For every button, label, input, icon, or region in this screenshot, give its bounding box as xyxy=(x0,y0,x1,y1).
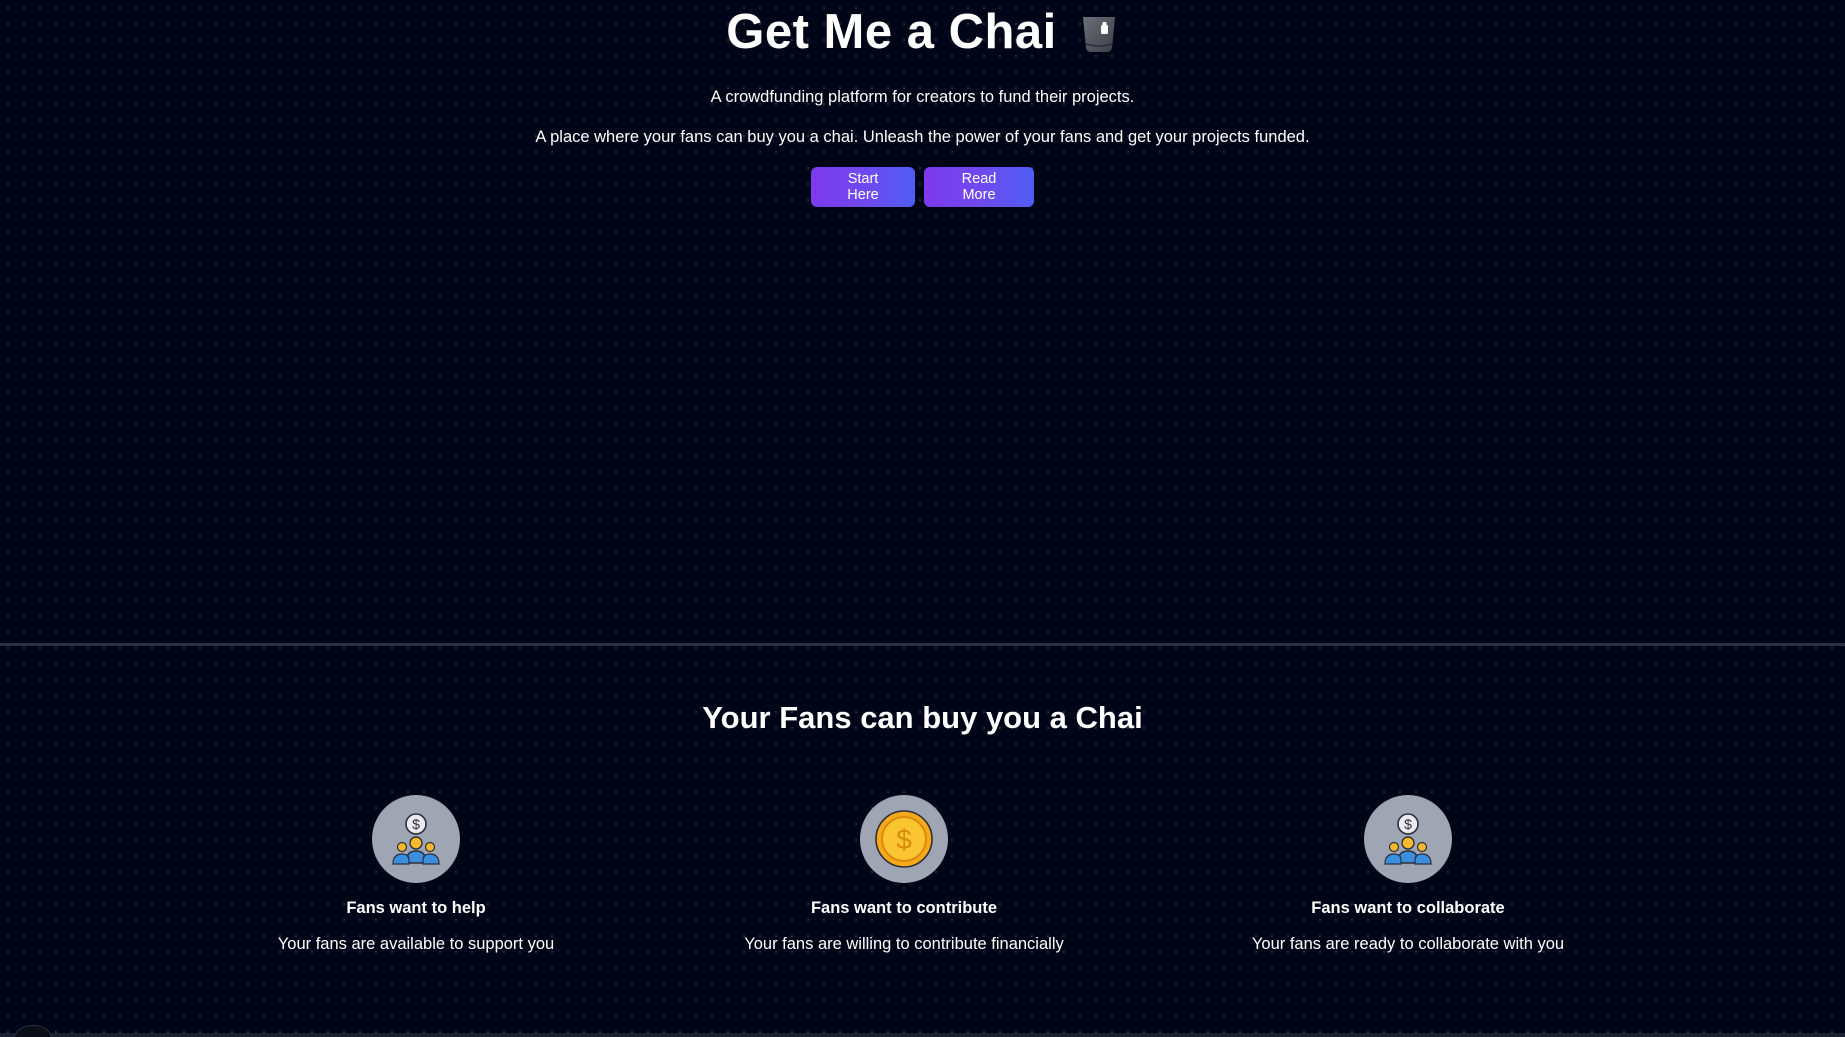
feature-description: Your fans are available to support you xyxy=(277,935,555,953)
read-more-button[interactable]: Read More xyxy=(924,167,1034,207)
section-divider xyxy=(0,643,1845,646)
hero-subtitle: A crowdfunding platform for creators to … xyxy=(710,88,1135,106)
feature-title: Fans want to contribute xyxy=(810,899,998,917)
feature-title: Fans want to collaborate xyxy=(1311,899,1505,917)
features-row: $ Fans want to help Your fans are availa… xyxy=(0,795,1845,965)
fans-section-title: Your Fans can buy you a Chai xyxy=(702,700,1143,735)
page-title: Get Me a Chai xyxy=(726,5,1057,59)
feature-description: Your fans are willing to contribute fina… xyxy=(744,935,1064,953)
feature-title: Fans want to help xyxy=(346,899,486,917)
corner-avatar xyxy=(14,1025,52,1037)
title-row: Get Me a Chai xyxy=(0,4,1845,60)
feature-contribute: $ Fans want to contribute Your fans are … xyxy=(694,795,1114,954)
feature-collaborate: $ Fans want to collaborate Your fans are… xyxy=(1198,795,1618,954)
gold-coin-icon: $ xyxy=(860,795,948,883)
svg-text:$: $ xyxy=(412,816,420,832)
tea-cup-icon xyxy=(1079,14,1119,54)
feature-help: $ Fans want to help Your fans are availa… xyxy=(206,795,626,954)
footer-edge xyxy=(0,1033,1845,1037)
hero-tagline: A place where your fans can buy you a ch… xyxy=(535,128,1310,146)
hero-section: Get Me a Chai A crowdfunding platform fo… xyxy=(0,0,1845,643)
fans-money-icon: $ xyxy=(372,795,460,883)
feature-description: Your fans are ready to collaborate with … xyxy=(1251,935,1565,953)
start-here-button[interactable]: Start Here xyxy=(811,167,915,207)
svg-text:$: $ xyxy=(896,824,912,855)
svg-text:$: $ xyxy=(1404,816,1412,832)
hero-buttons: Start Here Read More xyxy=(0,167,1845,207)
fans-money-icon: $ xyxy=(1364,795,1452,883)
